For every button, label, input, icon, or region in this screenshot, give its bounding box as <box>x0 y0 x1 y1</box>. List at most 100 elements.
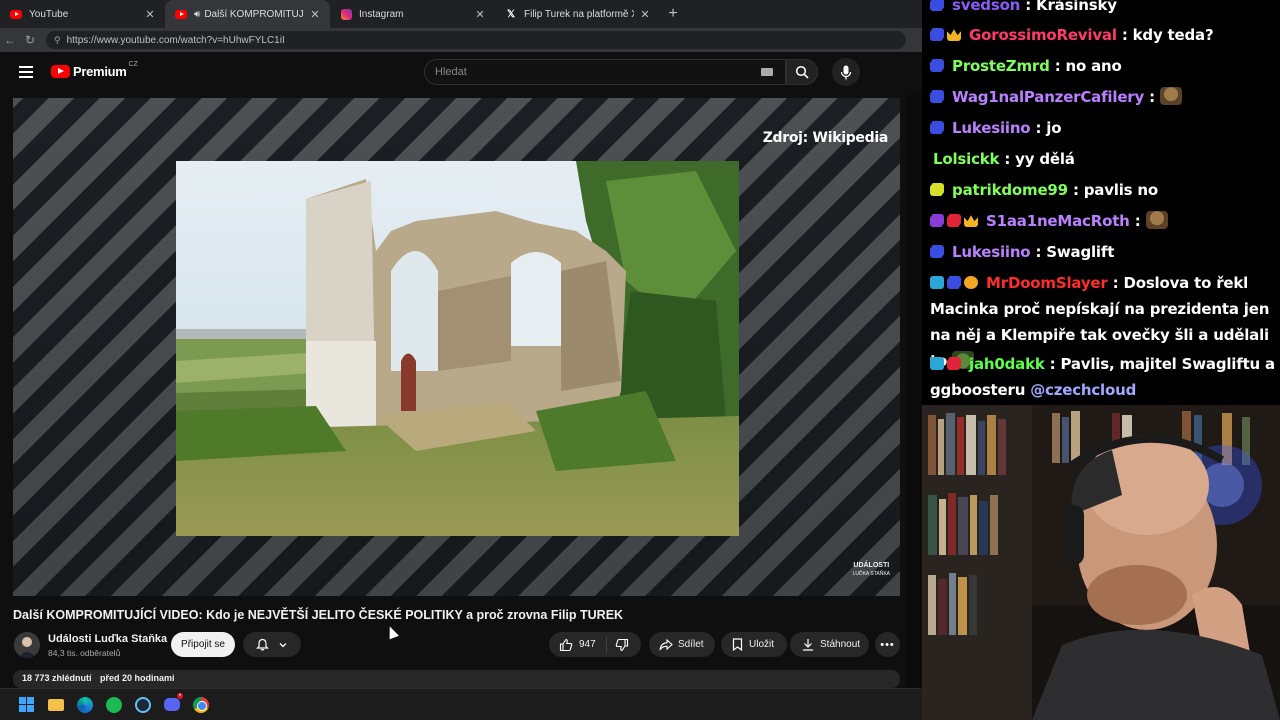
chat-mention[interactable]: @czechcloud <box>1030 381 1136 399</box>
channel-name[interactable]: Události Luďka Staňka <box>48 633 167 645</box>
share-button[interactable]: Sdílet <box>649 632 715 657</box>
sub-badge-icon <box>947 276 961 289</box>
search-button[interactable] <box>786 59 818 85</box>
chat-username[interactable]: svedson <box>952 0 1020 14</box>
dislike-button[interactable] <box>607 632 637 657</box>
chat-text: : pavlis no <box>1072 181 1159 199</box>
rank-badge-icon <box>964 276 978 289</box>
join-button[interactable]: Připojit se <box>171 632 235 657</box>
url-text: https://www.youtube.com/watch?v=hUhwFYLC… <box>66 34 285 46</box>
channel-watermark: UDÁLOSTI LUĎKA STAŇKA <box>853 562 890 578</box>
taskbar-discord[interactable]: • <box>157 691 186 719</box>
close-icon[interactable]: ✕ <box>143 8 157 21</box>
stream-chat: svedson : Krásinský GorossimoRevival : k… <box>922 0 1280 405</box>
thumbs-down-icon <box>615 638 628 651</box>
start-button[interactable] <box>12 691 41 719</box>
chat-text: : <box>1149 88 1155 106</box>
ruin-illustration <box>176 161 739 536</box>
voice-search-button[interactable] <box>832 58 860 86</box>
chat-username[interactable]: ProsteZmrd <box>952 57 1050 75</box>
tab-youtube[interactable]: YouTube ✕ <box>0 0 165 28</box>
taskbar-steam[interactable] <box>128 691 157 719</box>
chat-message: Lukesiino : Swaglift <box>930 239 1114 265</box>
download-icon <box>803 639 813 651</box>
chat-username[interactable]: Lukesiino <box>952 243 1031 261</box>
chat-text: : Krásinský <box>1025 0 1117 14</box>
taskbar-chrome[interactable] <box>186 691 215 719</box>
chat-text: : Swaglift <box>1035 243 1115 261</box>
subscriber-count: 84,3 tis. odběratelů <box>48 648 121 658</box>
tab-instagram[interactable]: Instagram ✕ <box>330 0 495 28</box>
view-count: 18 773 zhlédnutí <box>22 673 92 683</box>
save-button[interactable]: Uložit <box>721 632 787 657</box>
chat-message: svedson : Krásinský <box>930 0 1117 18</box>
youtube-page: Premium CZ Hledat Zdroj: Wikipedia UDÁLO… <box>0 52 922 688</box>
video-title: Další KOMPROMITUJÍCÍ VIDEO: Kdo je NEJVĚ… <box>13 608 624 622</box>
chat-username[interactable]: Lukesiino <box>952 119 1031 137</box>
chat-username[interactable]: patrikdome99 <box>952 181 1068 199</box>
save-label: Uložit <box>749 639 775 650</box>
avatar[interactable] <box>14 632 40 658</box>
video-player[interactable]: Zdroj: Wikipedia UDÁLOSTI LUĎKA STAŇKA <box>13 98 900 596</box>
chat-username[interactable]: MrDoomSlayer <box>986 274 1108 292</box>
sub-badge-icon <box>930 183 944 196</box>
like-dislike-group: 947 <box>549 632 641 657</box>
url-field[interactable]: ⚲ https://www.youtube.com/watch?v=hUhwFY… <box>46 31 906 49</box>
masthead: Premium CZ Hledat <box>0 52 922 92</box>
tab-title: YouTube <box>29 8 69 20</box>
chat-text: : kdy teda? <box>1121 26 1214 44</box>
thumbs-up-icon <box>559 638 573 651</box>
more-actions-button[interactable]: ••• <box>875 632 900 657</box>
chat-message: GorossimoRevival : kdy teda? <box>930 22 1214 48</box>
site-info-icon[interactable]: ⚲ <box>54 35 61 46</box>
taskbar-file-explorer[interactable] <box>41 691 70 719</box>
tab-title: Instagram <box>359 8 404 20</box>
close-icon[interactable]: ✕ <box>638 8 652 21</box>
sub-badge-icon <box>930 245 944 258</box>
brand-label: Premium <box>73 64 127 79</box>
chat-message: jah0dakk : Pavlis, majitel Swagliftu a g… <box>930 351 1276 403</box>
taskbar-spotify[interactable] <box>99 691 128 719</box>
menu-icon[interactable] <box>19 66 33 78</box>
chat-text: : yy dělá <box>1004 150 1075 168</box>
like-count: 947 <box>579 639 596 650</box>
notification-badge: • <box>176 692 183 699</box>
chat-username[interactable]: Lolsickk <box>933 150 1000 168</box>
back-icon[interactable]: ← <box>0 33 20 47</box>
sub-badge-icon <box>930 28 944 41</box>
chat-message: Lukesiino : jo <box>930 115 1062 141</box>
edge-icon <box>76 696 93 713</box>
like-button[interactable]: 947 <box>549 632 606 657</box>
speaker-icon[interactable]: 🔊︎ <box>194 9 200 20</box>
search-input[interactable]: Hledat <box>424 59 786 85</box>
youtube-icon <box>10 8 22 20</box>
search-placeholder: Hledat <box>435 66 467 78</box>
new-tab-button[interactable]: + <box>660 0 686 28</box>
tab-x[interactable]: 𝕏 Filip Turek na platformě X: „Jednal ✕ <box>495 0 660 28</box>
share-label: Sdílet <box>678 639 704 650</box>
sub-badge-icon <box>930 0 944 11</box>
bell-icon <box>255 638 269 651</box>
upload-age: před 20 hodinami <box>100 673 175 683</box>
chat-username[interactable]: S1aa1neMacRoth <box>986 212 1130 230</box>
download-button[interactable]: Stáhnout <box>790 632 869 657</box>
share-icon <box>659 638 673 650</box>
microphone-icon <box>840 65 852 79</box>
reload-icon[interactable]: ↻ <box>20 33 40 47</box>
notifications-button[interactable] <box>243 632 301 657</box>
keyboard-icon[interactable] <box>761 68 773 76</box>
chrome-icon <box>192 696 209 713</box>
prime-badge-icon <box>930 357 944 370</box>
description-box[interactable]: 18 773 zhlédnutí před 20 hodinami <box>13 670 900 688</box>
close-icon[interactable]: ✕ <box>308 8 322 21</box>
folder-icon <box>47 698 64 711</box>
youtube-logo[interactable]: Premium CZ <box>51 61 138 79</box>
crown-icon <box>947 29 961 41</box>
chat-username[interactable]: jah0dakk <box>969 355 1045 373</box>
chat-username[interactable]: GorossimoRevival <box>969 26 1117 44</box>
chat-username[interactable]: Wag1nalPanzerCafilery <box>952 88 1144 106</box>
crown-icon <box>964 215 978 227</box>
tab-video[interactable]: 🔊︎ Další KOMPROMITUJÍCÍ VIDEO ✕ <box>165 0 330 28</box>
close-icon[interactable]: ✕ <box>473 8 487 21</box>
taskbar-edge[interactable] <box>70 691 99 719</box>
